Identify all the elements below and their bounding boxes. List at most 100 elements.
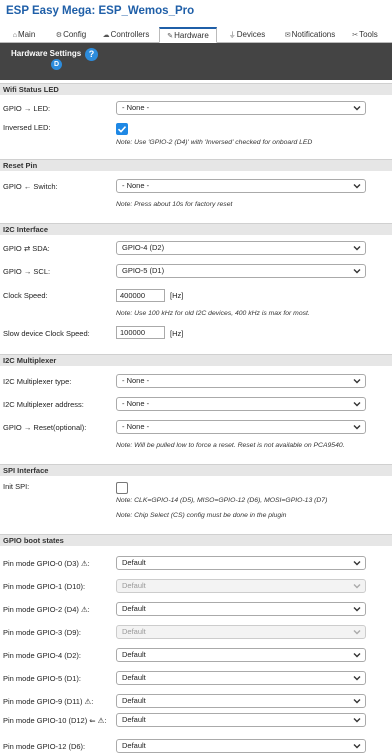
chevron-down-icon	[352, 603, 362, 615]
select-value: Default	[122, 741, 146, 750]
tab-label: Tools	[359, 30, 378, 39]
reset-note: Note: Press about 10s for factory reset	[116, 201, 233, 208]
section-i2c-interface: I2C Interface	[0, 223, 392, 235]
app-title: ESP Easy Mega: ESP_Wemos_Pro	[6, 5, 195, 17]
pin-mode-select[interactable]: Default	[116, 671, 366, 685]
chevron-down-icon	[352, 398, 362, 410]
inverse-led-checkbox[interactable]	[116, 123, 128, 135]
select-value: Default	[122, 696, 146, 705]
spi-note-pins: Note: CLK=GPIO-14 (D5), MISO=GPIO-12 (D6…	[116, 497, 328, 504]
mux-address-label: I2C Multiplexer address:	[3, 400, 84, 409]
pin-mode-label: Pin mode GPIO-10 (D12) ⇐ ⚠:	[3, 716, 107, 725]
slow-clock-unit: [Hz]	[170, 329, 184, 338]
cloud-icon: ☁	[102, 32, 110, 39]
select-value: - None -	[122, 181, 150, 190]
pin-mode-label: Pin mode GPIO-2 (D4) ⚠:	[3, 605, 90, 614]
init-spi-label: Init SPI:	[3, 482, 30, 491]
sda-label: GPIO ⇄ SDA:	[3, 244, 50, 253]
pin-mode-label: Pin mode GPIO-3 (D9):	[3, 628, 81, 637]
chevron-down-icon	[352, 714, 362, 726]
scl-select[interactable]: GPIO-5 (D1)	[116, 264, 366, 278]
switch-label: GPIO ← Switch:	[3, 182, 58, 191]
select-value: Default	[122, 627, 146, 636]
mail-icon: ✉	[284, 32, 291, 39]
i2c-note: Note: Use 100 kHz for old I2C devices, 4…	[116, 310, 310, 317]
plug-icon: ⏚	[228, 32, 236, 39]
chevron-down-icon	[352, 695, 362, 707]
mux-reset-select[interactable]: - None -	[116, 420, 366, 434]
led-gpio-select[interactable]: - None -	[116, 101, 366, 115]
chevron-down-icon	[352, 740, 362, 752]
pin-mode-label: Pin mode GPIO-0 (D3) ⚠:	[3, 559, 90, 568]
select-value: GPIO-5 (D1)	[122, 266, 165, 275]
check-icon	[117, 126, 127, 133]
tab-label: Notifications	[291, 30, 336, 39]
tab-controllers[interactable]: ☁Controllers	[99, 28, 153, 43]
mux-type-label: I2C Multiplexer type:	[3, 377, 72, 386]
led-label: GPIO → LED:	[3, 104, 51, 113]
chevron-down-icon	[352, 580, 362, 592]
pin-mode-select[interactable]: Default	[116, 739, 366, 753]
select-value: Default	[122, 604, 146, 613]
pin-mode-select[interactable]: Default	[116, 713, 366, 727]
pin-mode-select[interactable]: Default	[116, 556, 366, 570]
scl-label: GPIO → SCL:	[3, 267, 51, 276]
chevron-down-icon	[352, 672, 362, 684]
slow-clock-input[interactable]: 100000	[116, 326, 165, 339]
select-value: Default	[122, 558, 146, 567]
tab-label: Devices	[236, 30, 266, 39]
main-tabs: ⌂Main ⚙Config ☁Controllers ✎Hardware ⏚De…	[0, 26, 392, 43]
pin-mode-select[interactable]: Default	[116, 694, 366, 708]
pin-icon: ✎	[167, 33, 174, 40]
mux-address-select[interactable]: - None -	[116, 397, 366, 411]
section-i2c-multiplexer: I2C Multiplexer	[0, 354, 392, 366]
pin-mode-select[interactable]: Default	[116, 602, 366, 616]
chevron-down-icon	[352, 265, 362, 277]
tab-hardware[interactable]: ✎Hardware	[159, 27, 217, 43]
wrench-icon: ✂	[352, 32, 359, 39]
pin-mode-label: Pin mode GPIO-12 (D6):	[3, 742, 86, 751]
pin-mode-label: Pin mode GPIO-4 (D2):	[3, 651, 81, 660]
select-value: - None -	[122, 103, 150, 112]
init-spi-checkbox[interactable]	[116, 482, 128, 494]
slow-clock-label: Slow device Clock Speed:	[3, 329, 90, 338]
page-title: Hardware Settings	[11, 49, 82, 58]
spi-note-cs: Note: Chip Select (CS) config must be do…	[116, 512, 287, 519]
chevron-down-icon	[352, 242, 362, 254]
pin-mode-label: Pin mode GPIO-9 (D11) ⚠:	[3, 697, 94, 706]
select-value: Default	[122, 581, 146, 590]
section-reset-pin: Reset Pin	[0, 159, 392, 171]
home-icon: ⌂	[12, 32, 17, 39]
select-value: - None -	[122, 422, 150, 431]
page-badge: D	[51, 59, 62, 70]
clock-speed-input[interactable]: 400000	[116, 289, 165, 302]
chevron-down-icon	[352, 180, 362, 192]
chevron-down-icon	[352, 102, 362, 114]
pin-mode-label: Pin mode GPIO-5 (D1):	[3, 674, 81, 683]
chevron-down-icon	[352, 649, 362, 661]
select-value: Default	[122, 673, 146, 682]
gear-icon: ⚙	[55, 32, 63, 39]
tab-notifications[interactable]: ✉Notifications	[280, 28, 340, 43]
tab-devices[interactable]: ⏚Devices	[225, 28, 269, 43]
pin-mode-select[interactable]: Default	[116, 648, 366, 662]
inverse-led-label: Inversed LED:	[3, 123, 51, 132]
mux-type-select[interactable]: - None -	[116, 374, 366, 388]
mux-note: Note: Will be pulled low to force a rese…	[116, 442, 345, 449]
tab-config[interactable]: ⚙Config	[52, 28, 90, 43]
mux-reset-label: GPIO → Reset(optional):	[3, 423, 87, 432]
pin-mode-select: Default	[116, 579, 366, 593]
tab-label: Config	[63, 30, 87, 39]
section-gpio-boot-states: GPIO boot states	[0, 534, 392, 546]
clock-speed-label: Clock Speed:	[3, 291, 48, 300]
help-icon[interactable]: ?	[85, 48, 98, 61]
reset-switch-select[interactable]: - None -	[116, 179, 366, 193]
pin-mode-select: Default	[116, 625, 366, 639]
select-value: Default	[122, 715, 146, 724]
tab-main[interactable]: ⌂Main	[6, 28, 42, 43]
clock-speed-unit: [Hz]	[170, 291, 184, 300]
select-value: - None -	[122, 376, 150, 385]
tab-tools[interactable]: ✂Tools	[348, 28, 382, 43]
sda-select[interactable]: GPIO-4 (D2)	[116, 241, 366, 255]
chevron-down-icon	[352, 626, 362, 638]
